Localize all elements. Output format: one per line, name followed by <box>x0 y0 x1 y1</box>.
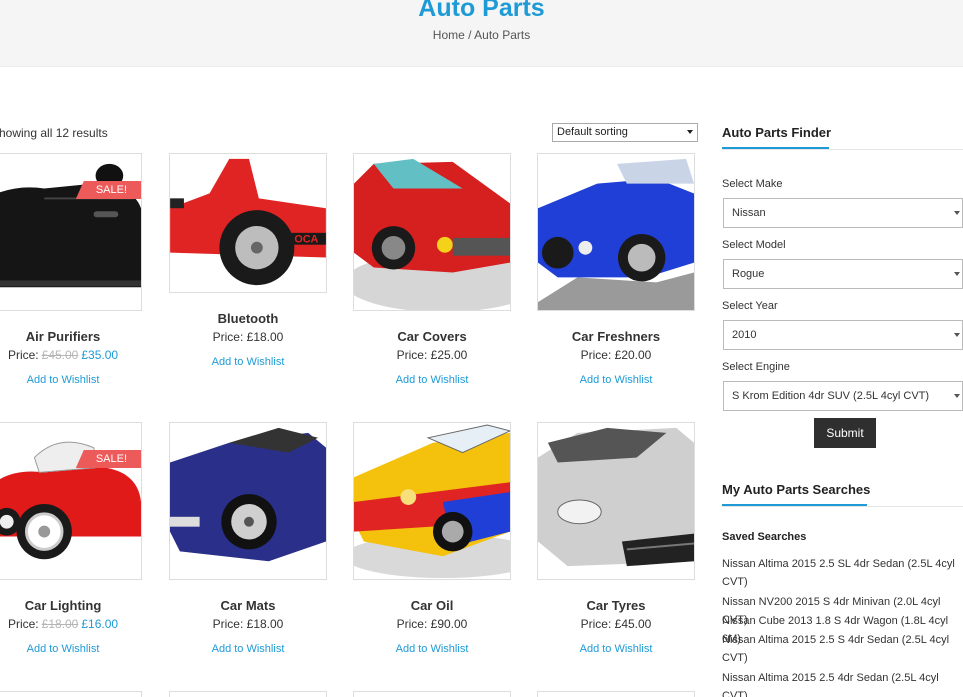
add-to-wishlist-link[interactable]: Add to Wishlist <box>580 374 653 386</box>
product-image[interactable] <box>353 422 511 580</box>
year-label: Select Year <box>722 300 778 312</box>
saved-search-item[interactable]: Nissan Altima 2015 2.5 S 4dr Sedan (2.5L… <box>722 631 963 667</box>
car-image-icon <box>538 423 694 579</box>
chevron-down-icon <box>687 130 693 134</box>
result-count: Showing all 12 results <box>0 126 108 140</box>
model-select[interactable]: Rogue <box>723 259 963 289</box>
product-image[interactable]: SALE! <box>0 422 142 580</box>
product-card: OCA Bluetooth Price: £18.00 Add to Wishl… <box>169 153 327 370</box>
product-price: Price: £18.00 <box>212 617 284 631</box>
breadcrumb-separator: / <box>468 28 472 42</box>
sale-badge: SALE! <box>75 181 141 199</box>
add-to-wishlist-link[interactable]: Add to Wishlist <box>212 356 285 368</box>
saved-searches-label: Saved Searches <box>722 531 807 543</box>
finder-title: Auto Parts Finder <box>722 125 831 149</box>
searches-divider <box>722 506 963 507</box>
product-card: SALE! Car Lighting Price: £18.00 £16.00 Ad… <box>0 422 142 657</box>
product-name[interactable]: Car Mats <box>169 598 327 613</box>
add-to-wishlist-link[interactable]: Add to Wishlist <box>580 643 653 655</box>
engine-select[interactable]: S Krom Edition 4dr SUV (2.5L 4cyl CVT) <box>723 381 963 411</box>
product-name[interactable]: Air Purifiers <box>0 329 142 344</box>
product-image[interactable] <box>169 422 327 580</box>
car-image-icon <box>354 154 510 310</box>
product-price: Price: £18.00 <box>212 330 284 344</box>
add-to-wishlist-link[interactable]: Add to Wishlist <box>27 374 100 386</box>
product-price: Price: £90.00 <box>396 617 468 631</box>
add-to-wishlist-link[interactable]: Add to Wishlist <box>396 374 469 386</box>
product-price: Price: £45.00 £35.00 <box>7 348 119 362</box>
product-name[interactable]: Car Lighting <box>0 598 142 613</box>
page-title: Auto Parts <box>418 0 545 22</box>
chevron-down-icon <box>954 333 960 337</box>
sort-select[interactable]: Default sorting <box>552 123 698 142</box>
product-card: Car Tyres Price: £45.00 Add to Wishlist <box>537 422 695 657</box>
page-header: Auto Parts Home / Auto Parts <box>0 0 963 67</box>
car-image-icon <box>538 154 694 310</box>
product-image[interactable] <box>169 691 327 697</box>
product-name[interactable]: Car Freshners <box>537 329 695 344</box>
finder-divider <box>722 149 963 150</box>
product-card: Car Covers Price: £25.00 Add to Wishlist <box>353 153 511 388</box>
product-price: Price: £25.00 <box>396 348 468 362</box>
searches-title: My Auto Parts Searches <box>722 482 870 506</box>
car-image-icon <box>0 423 141 579</box>
product-name[interactable]: Car Tyres <box>537 598 695 613</box>
breadcrumb: Home / Auto Parts <box>0 28 963 42</box>
sort-select-value: Default sorting <box>557 126 628 138</box>
add-to-wishlist-link[interactable]: Add to Wishlist <box>27 643 100 655</box>
svg-text:OCA: OCA <box>294 234 318 246</box>
product-image[interactable] <box>353 153 511 311</box>
product-card: Car Freshners Price: £20.00 Add to Wishl… <box>537 153 695 388</box>
product-image[interactable] <box>353 691 511 697</box>
engine-label: Select Engine <box>722 361 790 373</box>
product-name[interactable]: Car Covers <box>353 329 511 344</box>
model-label: Select Model <box>722 239 786 251</box>
chevron-down-icon <box>954 272 960 276</box>
product-image[interactable]: OCA <box>169 153 327 293</box>
add-to-wishlist-link[interactable]: Add to Wishlist <box>212 643 285 655</box>
product-image[interactable] <box>0 691 142 697</box>
breadcrumb-current: Auto Parts <box>474 28 531 42</box>
product-image[interactable] <box>537 153 695 311</box>
product-name[interactable]: Bluetooth <box>169 311 327 326</box>
submit-button[interactable]: Submit <box>814 418 876 448</box>
product-name[interactable]: Car Oil <box>353 598 511 613</box>
saved-search-item[interactable]: Nissan Altima 2015 2.5 4dr Sedan (2.5L 4… <box>722 669 963 697</box>
car-image-icon <box>0 154 141 310</box>
product-image[interactable] <box>537 691 695 697</box>
chevron-down-icon <box>954 394 960 398</box>
product-price: Price: £18.00 £16.00 <box>7 617 119 631</box>
car-image-icon <box>354 423 510 579</box>
year-select[interactable]: 2010 <box>723 320 963 350</box>
product-image[interactable]: SALE! <box>0 153 142 311</box>
product-card: Car Oil Price: £90.00 Add to Wishlist <box>353 422 511 657</box>
saved-search-item[interactable]: Nissan Altima 2015 2.5 SL 4dr Sedan (2.5… <box>722 555 963 591</box>
add-to-wishlist-link[interactable]: Add to Wishlist <box>396 643 469 655</box>
product-price: Price: £20.00 <box>580 348 652 362</box>
product-card: Car Mats Price: £18.00 Add to Wishlist <box>169 422 327 657</box>
make-select[interactable]: Nissan <box>723 198 963 228</box>
car-image-icon: OCA <box>170 154 326 292</box>
chevron-down-icon <box>954 211 960 215</box>
sale-badge: SALE! <box>75 450 141 468</box>
product-card: SALE! Air Purifiers Price: £45.00 £35.00 A… <box>0 153 142 388</box>
car-image-icon <box>170 423 326 579</box>
breadcrumb-home-link[interactable]: Home <box>433 28 465 42</box>
product-image[interactable] <box>537 422 695 580</box>
make-label: Select Make <box>722 178 783 190</box>
product-price: Price: £45.00 <box>580 617 652 631</box>
